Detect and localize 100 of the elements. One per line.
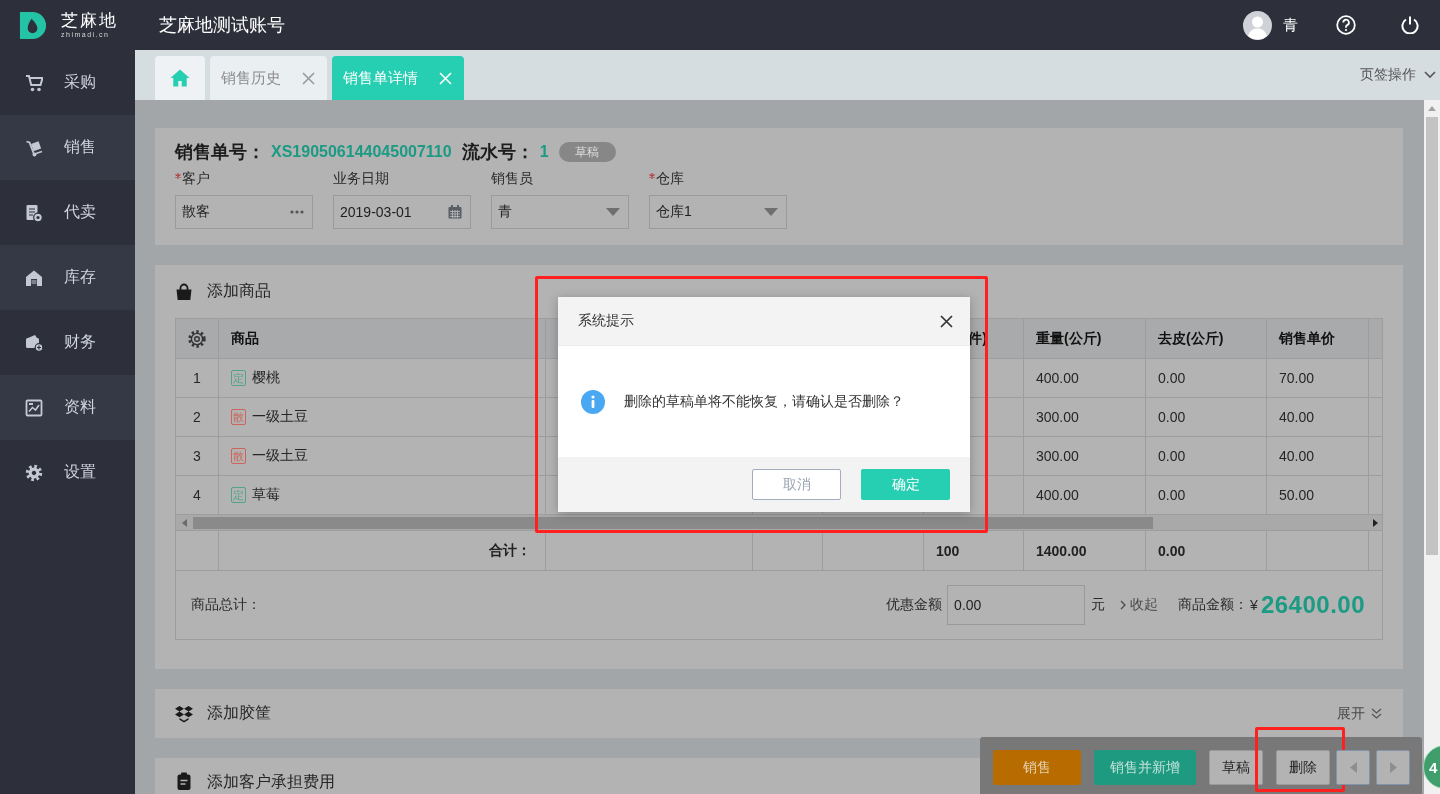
total-cell: 100 <box>924 531 1024 571</box>
product-name: 一级土豆 <box>252 447 308 465</box>
calendar-icon[interactable] <box>448 205 462 219</box>
row-number: 2 <box>176 398 219 437</box>
section-title: 添加客户承担费用 <box>207 772 335 792</box>
vertical-scrollbar[interactable] <box>1424 100 1440 794</box>
row-number: 3 <box>176 437 219 476</box>
caret-down-icon[interactable] <box>764 208 778 216</box>
table-cell: 400.00 <box>1024 359 1146 398</box>
serial-number: 1 <box>539 143 549 161</box>
goods-total-label: 商品总计： <box>191 596 261 614</box>
currency-symbol: ¥ <box>1250 597 1258 613</box>
amount-label: 商品金额： <box>1178 596 1249 614</box>
chevron-right-icon <box>1120 600 1127 610</box>
dialog-title: 系统提示 <box>578 312 634 330</box>
field-label: 客户 <box>182 170 210 188</box>
total-cell: 1400.00 <box>1024 531 1146 571</box>
product-type-tag: 定 <box>231 370 246 386</box>
info-icon <box>581 389 605 414</box>
boxes-icon <box>175 704 193 723</box>
scrollbar-thumb[interactable] <box>193 516 1153 529</box>
settings-icon <box>25 463 43 482</box>
field-label: 销售员 <box>491 170 533 188</box>
chevron-down-icon <box>1424 71 1436 79</box>
date-field[interactable]: 2019-03-01 <box>333 195 471 229</box>
total-cell: 0.00 <box>1146 531 1267 571</box>
product-name: 草莓 <box>252 486 280 504</box>
product-type-tag: 定 <box>231 487 246 503</box>
logo-icon <box>19 10 48 40</box>
cart-icon <box>25 73 43 92</box>
hand-truck-icon <box>25 138 43 157</box>
table-cell: 300.00 <box>1024 398 1146 437</box>
section-title: 添加胶筐 <box>207 703 271 723</box>
scroll-right-icon[interactable] <box>1373 518 1378 527</box>
double-chevron-down-icon <box>1371 708 1382 719</box>
field-label: 业务日期 <box>333 170 389 188</box>
unit-label: 元 <box>1091 596 1106 614</box>
account-title: 芝麻地测试账号 <box>159 14 285 37</box>
previous-button[interactable] <box>1336 750 1370 785</box>
order-number-label: 销售单号： <box>175 141 265 164</box>
more-dots-icon[interactable] <box>290 210 304 214</box>
avatar-icon[interactable] <box>1243 10 1272 40</box>
select-field[interactable]: 仓库1 <box>649 195 787 229</box>
sidebar-item[interactable]: 财务 <box>0 310 135 375</box>
order-number: XS190506144045007110 <box>271 143 452 161</box>
action-button[interactable]: 删除 <box>1276 750 1330 785</box>
home-icon <box>170 69 190 87</box>
expand-link[interactable]: 展开 <box>1337 704 1382 723</box>
help-icon[interactable] <box>1336 15 1356 35</box>
sidebar-item[interactable]: 库存 <box>0 245 135 310</box>
discount-field[interactable]: 0.00 <box>947 585 1086 625</box>
settings-icon[interactable] <box>187 328 207 349</box>
dialog-message: 删除的草稿单将不能恢复，请确认是否删除？ <box>624 392 904 411</box>
scroll-up-icon[interactable] <box>1428 106 1436 111</box>
table-cell: 0.00 <box>1146 359 1267 398</box>
table-cell: 40.00 <box>1267 437 1369 476</box>
field-label: 仓库 <box>656 170 684 188</box>
status-badge: 草稿 <box>558 142 616 162</box>
table-cell: 0.00 <box>1146 437 1267 476</box>
picker-field[interactable]: 散客 <box>175 195 313 229</box>
collapse-link[interactable]: 收起 <box>1120 596 1159 614</box>
product-type-tag: 散 <box>231 409 246 425</box>
sidebar-item[interactable]: 采购 <box>0 50 135 115</box>
section-title: 添加商品 <box>207 281 271 301</box>
next-button[interactable] <box>1376 750 1410 785</box>
select-field[interactable]: 青 <box>491 195 629 229</box>
horizontal-scrollbar[interactable] <box>176 515 1382 531</box>
document-icon <box>25 203 43 222</box>
totals-label: 合计： <box>219 531 546 571</box>
row-number: 1 <box>176 359 219 398</box>
action-button[interactable]: 草稿 <box>1209 750 1263 785</box>
table-cell: 40.00 <box>1267 398 1369 437</box>
clipboard-icon <box>175 772 193 790</box>
sidebar-item[interactable]: 设置 <box>0 440 135 505</box>
sidebar-item[interactable]: 代卖 <box>0 180 135 245</box>
table-cell <box>753 531 823 571</box>
home-tab[interactable] <box>155 56 205 100</box>
triangle-right-icon <box>1389 762 1397 773</box>
serial-number-label: 流水号： <box>461 141 534 164</box>
power-icon[interactable] <box>1401 16 1419 34</box>
total-amount: 26400.00 <box>1260 591 1365 619</box>
product-name: 樱桃 <box>252 369 280 387</box>
tab-actions-menu[interactable]: 页签操作 <box>1360 66 1440 84</box>
scrollbar-thumb[interactable] <box>1426 117 1438 555</box>
table-cell: 70.00 <box>1267 359 1369 398</box>
table-cell: 300.00 <box>1024 437 1146 476</box>
caret-down-icon[interactable] <box>606 208 620 216</box>
column-header: 重量(公斤) <box>1024 319 1146 359</box>
brand-name: 芝麻地 <box>61 11 118 30</box>
user-name[interactable]: 青 <box>1283 15 1298 35</box>
chart-icon <box>25 398 43 417</box>
product-name: 一级土豆 <box>252 408 308 426</box>
sidebar-item[interactable]: 资料 <box>0 375 135 440</box>
sidebar-item[interactable]: 销售 <box>0 115 135 180</box>
scroll-left-icon[interactable] <box>182 518 187 527</box>
warehouse-icon <box>25 268 43 287</box>
shopping-bag-icon <box>175 282 193 301</box>
table-cell: 0.00 <box>1146 398 1267 437</box>
close-icon[interactable] <box>940 314 953 328</box>
column-header: 商品 <box>219 319 546 359</box>
